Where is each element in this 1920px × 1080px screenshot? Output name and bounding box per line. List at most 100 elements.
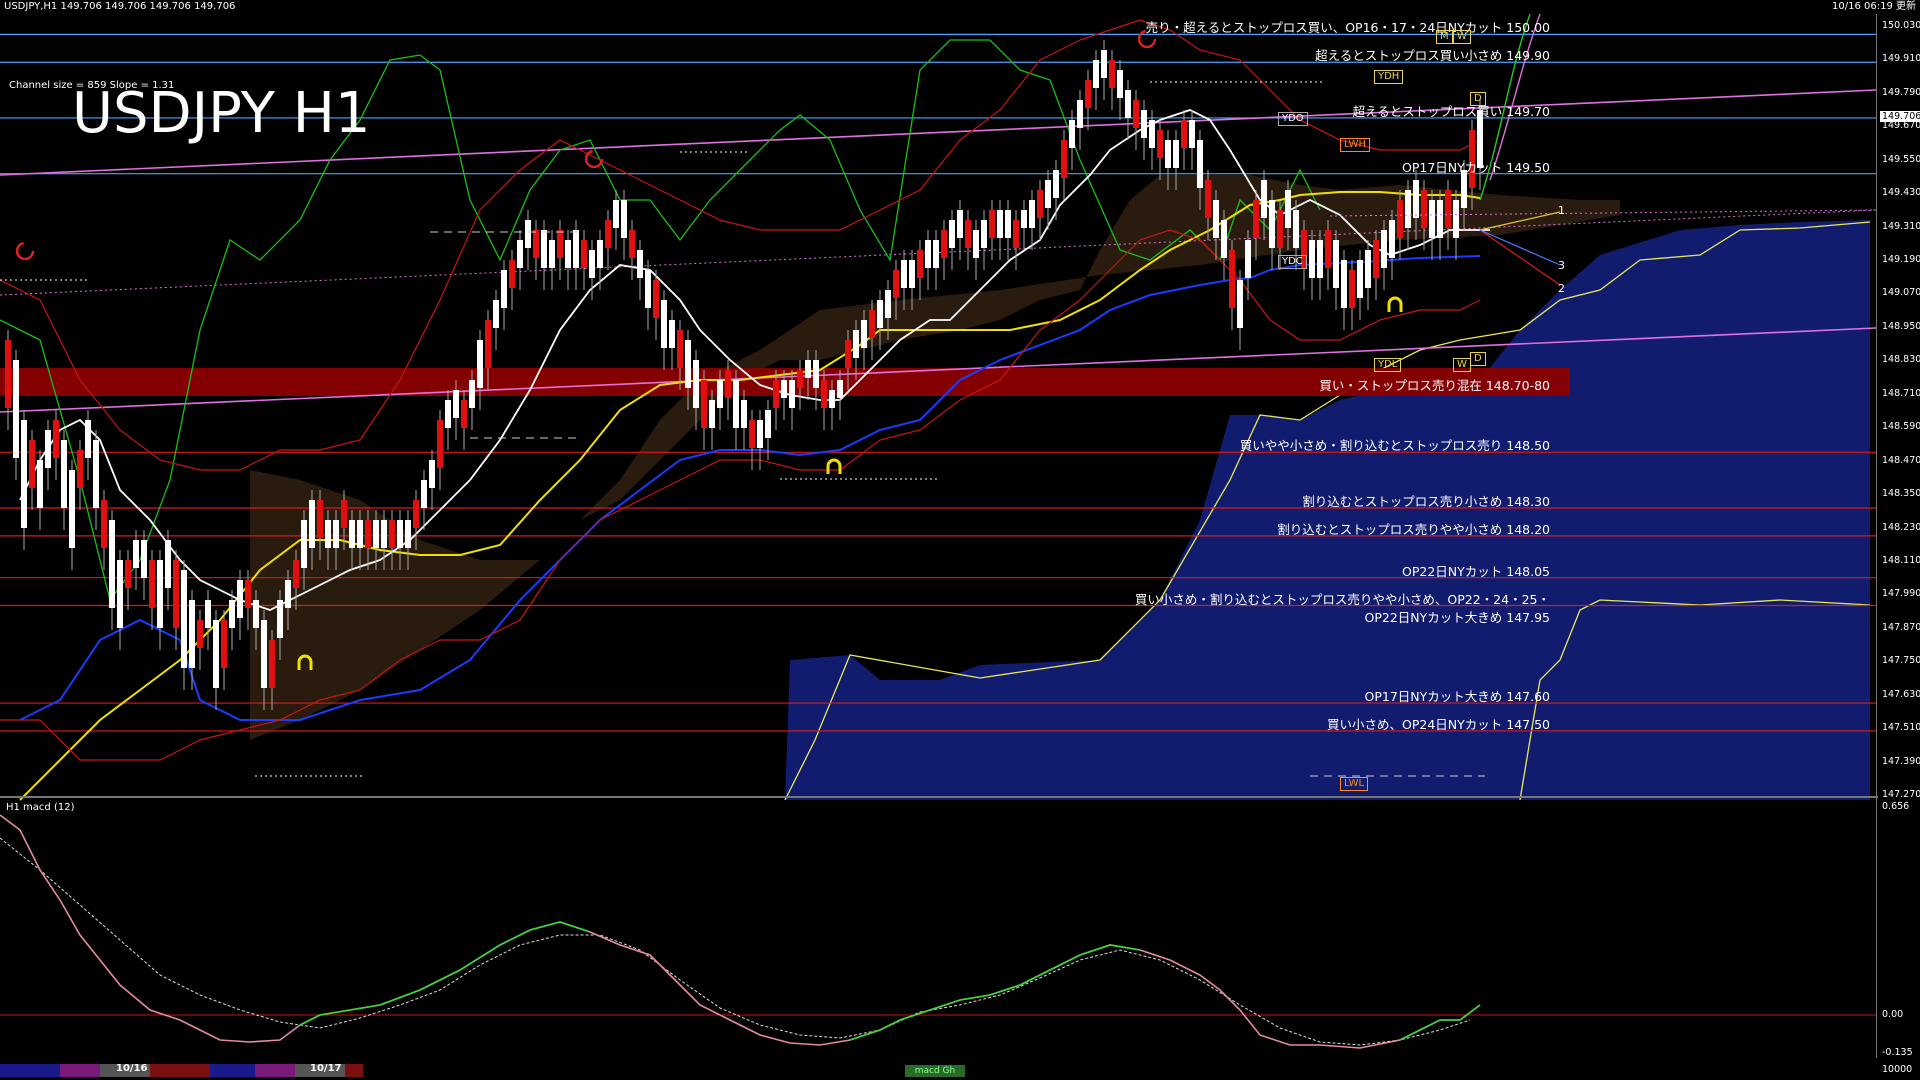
candle-body: [709, 400, 715, 428]
candle-body: [1269, 200, 1275, 248]
candle-body: [109, 520, 115, 608]
session-segment: [150, 1064, 210, 1077]
projection-label-1: 1: [1558, 204, 1565, 217]
candle-body: [21, 420, 27, 528]
candle-body: [797, 370, 803, 388]
candle-body: [493, 300, 499, 328]
candle-body: [317, 500, 323, 538]
candle-body: [933, 240, 939, 268]
candle-body: [853, 330, 859, 358]
candle-body: [925, 240, 931, 268]
candle-body: [1421, 190, 1427, 228]
price-axis-label: 147.630: [1882, 688, 1920, 700]
candle-body: [541, 230, 547, 268]
price-axis-label: 149.910: [1882, 53, 1920, 65]
candle-body: [861, 320, 867, 348]
candle-body: [1229, 250, 1235, 308]
d-marker: D: [1470, 92, 1486, 106]
candle-body: [1325, 230, 1331, 268]
candle-body: [261, 620, 267, 688]
macd-signal-line: [0, 837, 1471, 1046]
candle-body: [205, 600, 211, 628]
candle-body: [573, 230, 579, 268]
candle-body: [245, 580, 251, 608]
level-label: OP17日NYカット大きめ 147.60: [1364, 689, 1550, 705]
level-label: OP22日NYカット 148.05: [1402, 563, 1550, 579]
lwh-marker: LWH: [1340, 138, 1371, 152]
candle-body: [1341, 260, 1347, 308]
candle-body: [69, 470, 75, 548]
price-axis-label: 147.510: [1882, 722, 1920, 734]
candle-body: [1093, 60, 1099, 88]
candle-body: [749, 420, 755, 448]
candle-body: [29, 440, 35, 488]
candle-body: [485, 320, 491, 368]
projection-line-3: [1479, 229, 1561, 266]
candle-body: [613, 200, 619, 228]
candle-body: [1213, 200, 1219, 238]
candle-body: [1245, 240, 1251, 278]
candle-body: [1333, 240, 1339, 288]
date-tab-1[interactable]: 10/16: [116, 1063, 147, 1074]
candle-body: [437, 420, 443, 468]
candle-body: [989, 210, 995, 238]
candle-body: [1173, 140, 1179, 168]
candle-body: [101, 500, 107, 548]
candle-body: [901, 260, 907, 288]
candle-body: [1109, 60, 1115, 88]
candle-body: [77, 450, 83, 488]
bottom-timeline-bar[interactable]: 10/16 10/17 macd Gh: [0, 1062, 1920, 1080]
candle-body: [349, 520, 355, 548]
candle-body: [1197, 140, 1203, 188]
candle-body: [1149, 120, 1155, 148]
candle-body: [637, 250, 643, 278]
candle-body: [221, 620, 227, 668]
macd-chart[interactable]: [0, 796, 1920, 1058]
candle-body: [1381, 230, 1387, 268]
fractal-up-icon: [297, 654, 313, 670]
price-axis-label: 149.550: [1882, 153, 1920, 165]
projection-line-2: [1479, 229, 1561, 286]
date-tab-2[interactable]: 10/17: [310, 1063, 341, 1074]
candle-body: [509, 260, 515, 288]
candle-body: [325, 520, 331, 548]
candle-body: [1125, 90, 1131, 118]
candle-body: [885, 290, 891, 318]
candle-body: [53, 420, 59, 458]
fractal-down-icon: [16, 242, 34, 260]
channel-info: Channel size = 859 Slope = 1.31: [9, 80, 175, 91]
candle-body: [37, 460, 43, 508]
candle-body: [421, 480, 427, 508]
candle-body: [229, 600, 235, 628]
candle-body: [5, 340, 11, 408]
candle-body: [1389, 220, 1395, 258]
price-axis-label: 148.590: [1882, 421, 1920, 433]
candle-body: [517, 240, 523, 268]
price-axis-label: 147.390: [1882, 755, 1920, 767]
price-axis-label: 148.950: [1882, 320, 1920, 332]
macd-axis-top: 0.656: [1882, 801, 1910, 812]
price-axis-label: 148.470: [1882, 454, 1920, 466]
candle-body: [917, 250, 923, 278]
candle-body: [117, 560, 123, 628]
level-label: OP22日NYカット大きめ 147.95: [1364, 609, 1550, 625]
candle-body: [941, 230, 947, 258]
candle-body: [309, 500, 315, 548]
candle-body: [693, 360, 699, 408]
candle-body: [621, 200, 627, 238]
macd-tab[interactable]: macd Gh: [905, 1065, 965, 1077]
candle-body: [181, 570, 187, 668]
candle-body: [1117, 70, 1123, 98]
candle-body: [501, 270, 507, 308]
candle-body: [877, 300, 883, 328]
candle-body: [701, 380, 707, 428]
candle-body: [1037, 190, 1043, 218]
price-axis-label: 150.030: [1882, 20, 1920, 31]
macd-up-segment: [1399, 1004, 1481, 1041]
candle-body: [653, 280, 659, 318]
candle-body: [837, 380, 843, 398]
price-axis-label: 149.430: [1882, 187, 1920, 199]
candle-body: [341, 500, 347, 528]
candle-body: [973, 230, 979, 258]
candle-body: [781, 380, 787, 398]
